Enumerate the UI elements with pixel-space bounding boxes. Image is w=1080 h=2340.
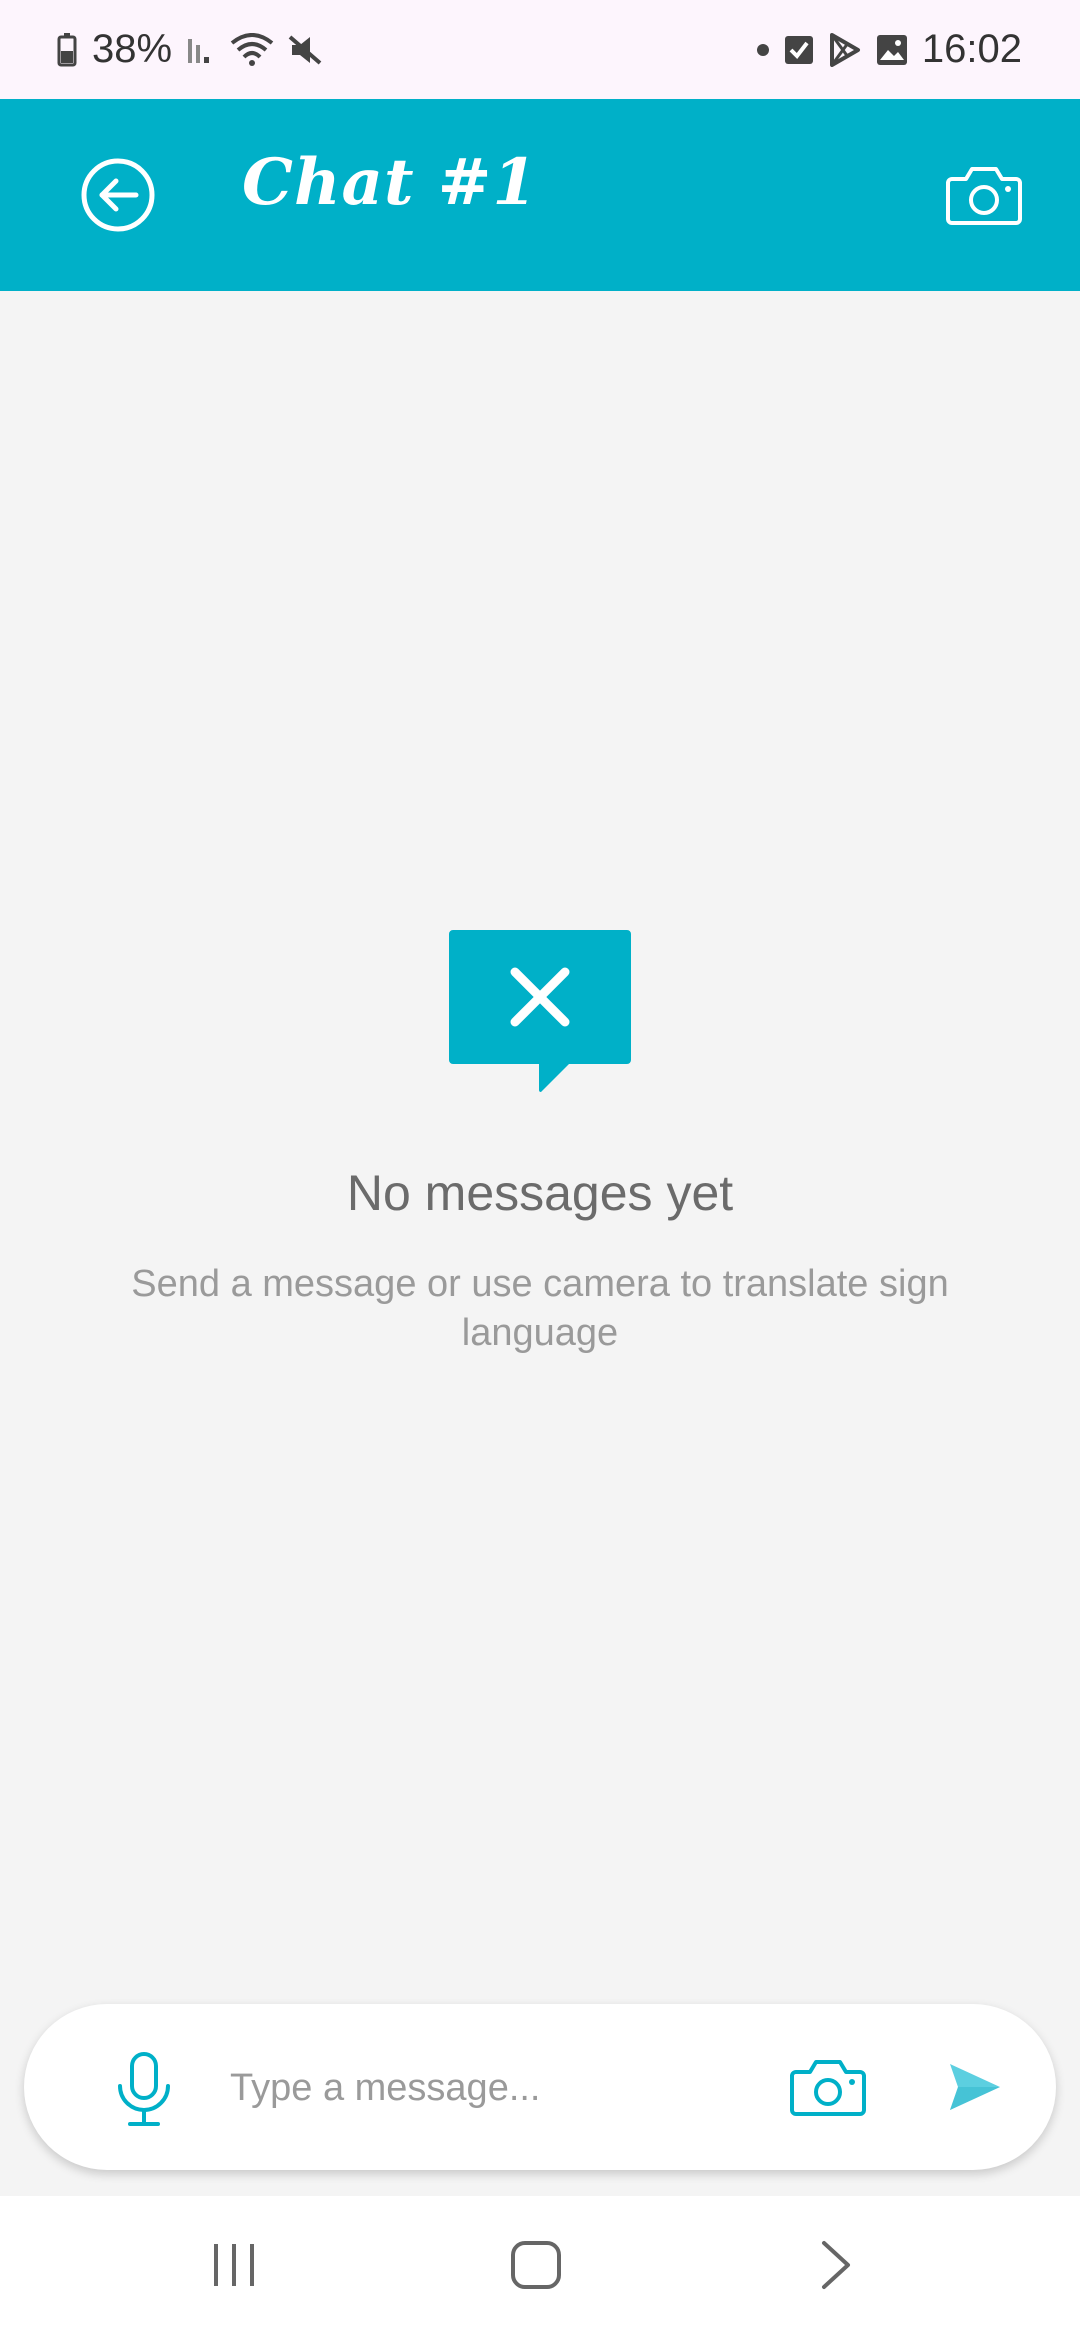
microphone-button[interactable]	[114, 2052, 174, 2128]
status-left: 38%	[56, 27, 324, 72]
notification-dot-icon	[756, 43, 769, 56]
empty-state: No messages yet Send a message or use ca…	[0, 930, 1080, 1358]
empty-state-subtitle: Send a message or use camera to translat…	[131, 1263, 949, 1354]
mute-icon	[288, 34, 322, 65]
system-nav-bar	[0, 2196, 1080, 2340]
recent-apps-icon[interactable]	[210, 2242, 258, 2288]
battery-percentage: 38%	[92, 27, 173, 71]
back-icon[interactable]	[820, 2240, 852, 2290]
wifi-icon	[230, 32, 274, 66]
composer-camera-button[interactable]	[790, 2058, 866, 2118]
app-bar: Chat #1	[0, 99, 1080, 291]
camera-icon	[790, 2060, 866, 2116]
message-input[interactable]	[228, 2052, 772, 2124]
back-button[interactable]	[80, 157, 156, 233]
page-title: Chat #1	[242, 145, 538, 220]
play-store-icon	[829, 32, 860, 67]
send-button[interactable]	[948, 2062, 1002, 2112]
gallery-icon	[876, 34, 907, 65]
message-x-icon	[449, 930, 631, 1092]
header-camera-button[interactable]	[946, 163, 1022, 227]
signal-icon	[188, 38, 210, 63]
camera-icon	[946, 167, 1022, 225]
battery-icon	[57, 32, 77, 66]
message-composer	[24, 2004, 1056, 2170]
back-arrow-icon	[81, 158, 155, 232]
home-icon[interactable]	[510, 2240, 562, 2290]
checkbox-icon	[784, 35, 813, 64]
status-bar: 38% 16:02	[0, 0, 1080, 99]
send-icon	[950, 2064, 1000, 2110]
empty-state-title: No messages yet	[346, 1165, 734, 1221]
microphone-icon	[118, 2052, 170, 2126]
status-right: 16:02	[756, 27, 1022, 72]
status-time: 16:02	[921, 27, 1022, 71]
